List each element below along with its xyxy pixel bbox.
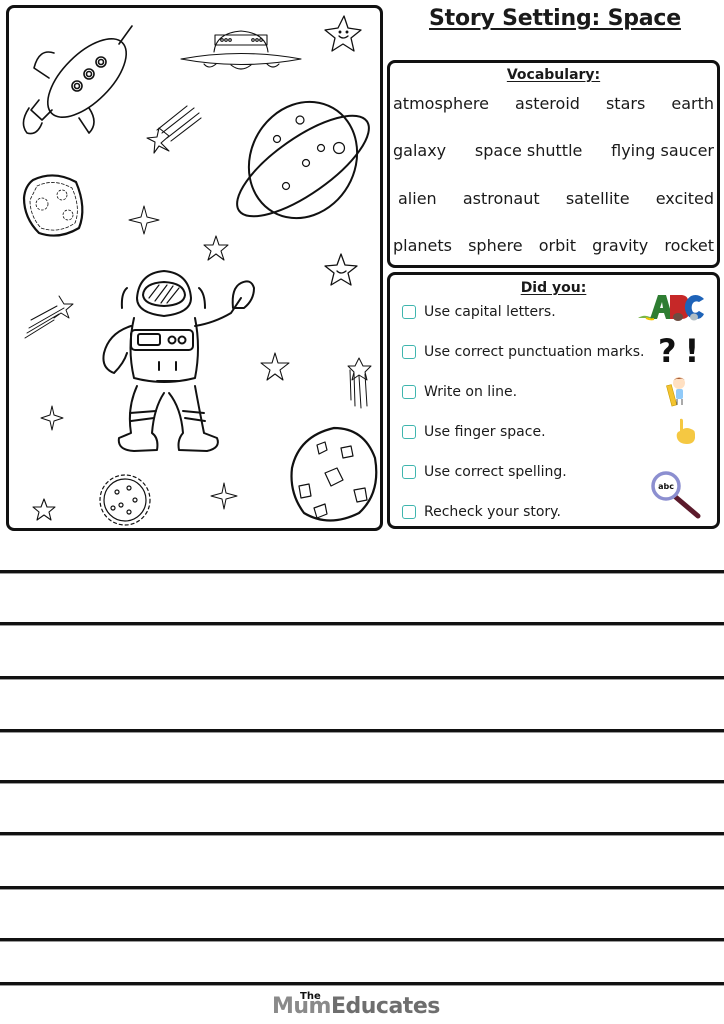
flying-saucer-icon <box>180 30 302 70</box>
writing-line <box>0 886 724 889</box>
vocabulary-word: flying saucer <box>611 141 714 160</box>
magnifier-abc-icon: abc <box>651 471 701 519</box>
vocabulary-row: planets sphere orbit gravity rocket <box>393 236 714 255</box>
checkbox[interactable] <box>402 425 416 439</box>
vocabulary-word: astronaut <box>462 189 540 208</box>
checklist-item-label: Write on line. <box>424 384 518 400</box>
writing-line <box>0 938 724 941</box>
checkbox[interactable] <box>402 305 416 319</box>
checklist-panel: Did you: Use capital letters. Use correc… <box>387 272 720 529</box>
vocabulary-word: sphere <box>468 236 523 255</box>
writing-line <box>0 832 724 835</box>
vocabulary-word: satellite <box>565 189 630 208</box>
smiling-star-icon <box>324 15 362 52</box>
vocabulary-row: alien astronaut satellite excited <box>398 189 714 208</box>
checklist-item[interactable]: Use capital letters. <box>402 304 556 320</box>
question-exclamation-icon: ?! <box>658 332 708 370</box>
vocabulary-word: planets <box>393 236 452 255</box>
spiky-planet-icon <box>99 474 151 526</box>
star-icon <box>32 235 290 521</box>
svg-text:abc: abc <box>658 482 674 491</box>
abc-letters-icon <box>638 295 704 321</box>
writing-line <box>0 676 724 679</box>
vocabulary-heading: Vocabulary: <box>506 67 601 83</box>
vocabulary-word: atmosphere <box>393 94 489 113</box>
sparkle-star-icon <box>40 205 238 510</box>
checkbox[interactable] <box>402 385 416 399</box>
writing-line <box>0 622 724 625</box>
logo-mum-text: Mum <box>272 994 331 1019</box>
writing-line <box>0 570 724 573</box>
writing-line <box>0 982 724 985</box>
cratered-moon-icon <box>290 426 378 522</box>
pointing-finger-icon <box>676 418 695 444</box>
vocabulary-word: alien <box>398 189 437 208</box>
writing-line <box>0 729 724 732</box>
logo-educates-text: Educates <box>330 994 440 1019</box>
rocket-icon <box>22 25 133 135</box>
ringed-planet-icon <box>236 100 370 220</box>
checkbox[interactable] <box>402 465 416 479</box>
astronaut-icon <box>102 270 255 452</box>
vocabulary-word: asteroid <box>515 94 580 113</box>
vocabulary-word: galaxy <box>393 141 447 160</box>
vocabulary-word: space shuttle <box>474 141 583 160</box>
checklist-item[interactable]: Use finger space. <box>402 424 546 440</box>
page-title: Story Setting: Space <box>429 6 681 31</box>
vocabulary-row: atmosphere asteroid stars earth <box>393 94 714 113</box>
checkbox[interactable] <box>402 345 416 359</box>
vocabulary-word: excited <box>655 189 714 208</box>
checklist-item-label: Use finger space. <box>424 424 546 440</box>
checklist-item-label: Recheck your story. <box>424 504 561 520</box>
vocabulary-word: orbit <box>538 236 576 255</box>
vocabulary-word: stars <box>605 94 646 113</box>
vocabulary-word: earth <box>671 94 714 113</box>
logo-wordmark: MumEducates <box>272 994 440 1019</box>
vocabulary-row: galaxy space shuttle flying saucer <box>393 141 714 160</box>
asteroid-icon <box>22 174 84 237</box>
checklist-item-label: Use capital letters. <box>424 304 556 320</box>
checklist-item[interactable]: Use correct punctuation marks. <box>402 344 644 360</box>
writing-line <box>0 780 724 783</box>
space-picture-panel <box>6 5 383 531</box>
checklist-item[interactable]: Write on line. <box>402 384 517 400</box>
vocabulary-word: rocket <box>664 236 714 255</box>
checkbox[interactable] <box>402 505 416 519</box>
checklist-item-label: Use correct spelling. <box>424 464 567 480</box>
checklist-item-label: Use correct punctuation marks. <box>424 344 645 360</box>
vocabulary-panel: Vocabulary: atmosphere asteroid stars ea… <box>387 60 720 268</box>
checklist-item[interactable]: Recheck your story. <box>402 504 561 520</box>
smiling-star-icon <box>324 253 358 286</box>
vocabulary-word: gravity <box>592 236 649 255</box>
shooting-star-icon <box>146 105 202 154</box>
checklist-item[interactable]: Use correct spelling. <box>402 464 567 480</box>
child-ruler-icon <box>666 377 685 407</box>
